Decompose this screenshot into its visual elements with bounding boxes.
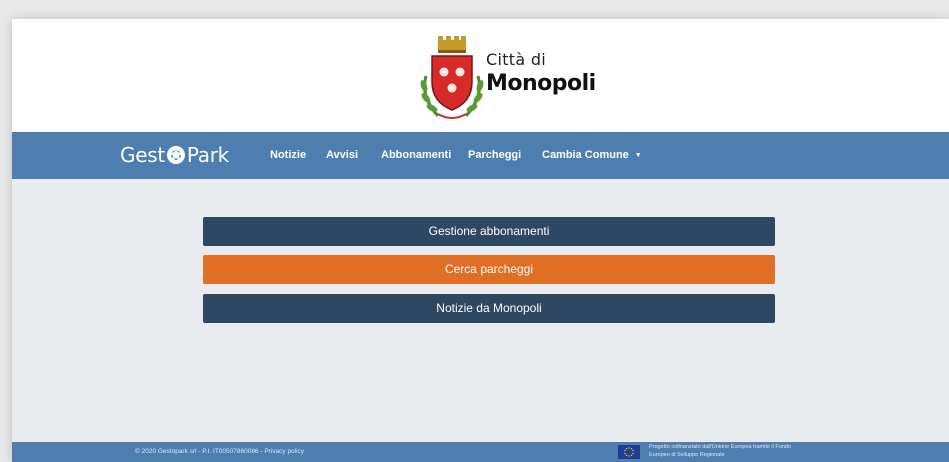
gestopark-logo[interactable]: Gest Park (120, 142, 229, 168)
nav-item-avvisi[interactable]: Avvisi (326, 132, 358, 179)
notizie-monopoli-button[interactable]: Notizie da Monopoli (203, 294, 775, 323)
nav-item-parcheggi[interactable]: Parcheggi (468, 132, 521, 179)
eu-flag-icon (618, 445, 640, 459)
brand-text-part2: Park (186, 143, 229, 167)
dropdown-label: Cambia Comune (542, 149, 629, 161)
brand-text-part1: Gest (120, 143, 165, 167)
caret-down-icon: ▼ (634, 152, 642, 159)
nav-item-abbonamenti[interactable]: Abbonamenti (381, 132, 451, 179)
nav-item-notizie[interactable]: Notizie (270, 132, 306, 179)
car-wheel-icon (166, 146, 185, 164)
footer-copyright: © 2020 Gestopark srl - P.I. IT0050786008… (135, 448, 305, 455)
page-frame: Città di Monopoli Gest Park Notizie Avvi… (12, 19, 949, 462)
eu-funding-line-1: Progetto cofinanziato dall'Unione Europe… (649, 444, 791, 450)
city-name: Monopoli (486, 71, 596, 96)
logo-header: Città di Monopoli (12, 19, 949, 132)
footer: © 2020 Gestopark srl - P.I. IT0050786008… (12, 442, 949, 462)
eu-funding-note: Progetto cofinanziato dall'Unione Europe… (649, 444, 849, 459)
gestione-abbonamenti-button[interactable]: Gestione abbonamenti (203, 217, 775, 246)
city-coat-of-arms-icon (420, 36, 484, 119)
city-logo[interactable]: Città di Monopoli (416, 36, 596, 122)
nav-dropdown-cambia-comune[interactable]: Cambia Comune ▼ (542, 132, 642, 179)
cerca-parcheggi-button[interactable]: Cerca parcheggi (203, 255, 775, 284)
eu-funding-line-2: Europeo di Sviluppo Regionale (649, 451, 725, 458)
main-navbar: Gest Park Notizie Avvisi Abbonamenti Par… (12, 132, 949, 179)
city-prefix: Città di (486, 50, 547, 69)
